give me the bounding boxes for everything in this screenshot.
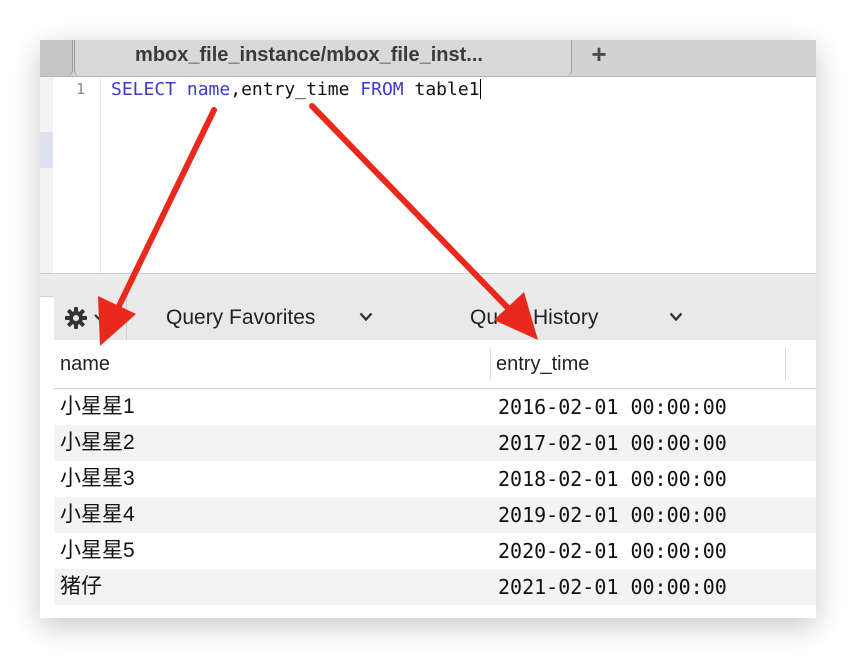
tab-bar: mbox_file_instance/mbox_file_inst... + bbox=[40, 40, 816, 77]
code-line[interactable]: SELECT name,entry_time FROM table1 bbox=[111, 77, 481, 103]
table-row[interactable]: 小星星5 2020-02-01 00:00:00 bbox=[54, 533, 816, 569]
column-name-token: name bbox=[186, 79, 231, 100]
table-row[interactable]: 小星星4 2019-02-01 00:00:00 bbox=[54, 497, 816, 533]
cell-entry-time: 2017-02-01 00:00:00 bbox=[498, 431, 727, 455]
gutter-strip bbox=[40, 77, 53, 273]
gear-icon bbox=[65, 307, 87, 329]
results-toolbar: Query Favorites Query History bbox=[54, 296, 816, 340]
app-window: mbox_file_instance/mbox_file_inst... + 1… bbox=[40, 40, 816, 618]
line-number: 1 bbox=[76, 80, 86, 98]
table-row[interactable]: 小星星2 2017-02-01 00:00:00 bbox=[54, 425, 816, 461]
cell-name: 猪仔 bbox=[60, 575, 102, 598]
column-header-name[interactable]: name bbox=[60, 340, 110, 388]
tab-previous[interactable] bbox=[40, 40, 73, 76]
add-tab-button[interactable]: + bbox=[574, 40, 624, 70]
chevron-down-icon bbox=[94, 314, 106, 322]
column-list-rest: ,entry_time bbox=[230, 79, 361, 100]
column-header-entry-time[interactable]: entry_time bbox=[496, 340, 589, 388]
results-grid: name entry_time 小星星1 2016-02-01 00:00:00… bbox=[54, 340, 816, 618]
column-divider[interactable] bbox=[785, 348, 786, 380]
query-history-button[interactable]: Query History bbox=[470, 296, 598, 340]
column-divider[interactable] bbox=[490, 348, 491, 380]
query-editor[interactable]: 1 SELECT name,entry_time FROM table1 bbox=[40, 77, 816, 273]
keyword-from: FROM bbox=[360, 79, 404, 100]
tab-query[interactable]: mbox_file_instance/mbox_file_inst... bbox=[74, 40, 572, 76]
cell-entry-time: 2019-02-01 00:00:00 bbox=[498, 503, 727, 527]
cell-entry-time: 2020-02-01 00:00:00 bbox=[498, 539, 727, 563]
table-row[interactable]: 猪仔 2021-02-01 00:00:00 bbox=[54, 569, 816, 605]
text-caret bbox=[479, 79, 481, 99]
gear-menu-button[interactable] bbox=[54, 296, 127, 340]
cell-name: 小星星2 bbox=[60, 431, 135, 454]
line-gutter: 1 bbox=[40, 77, 101, 273]
cell-name: 小星星4 bbox=[60, 503, 135, 526]
table-header: name entry_time bbox=[54, 340, 816, 389]
cell-name: 小星星1 bbox=[60, 395, 135, 418]
table-token: table1 bbox=[403, 79, 480, 100]
cell-name: 小星星5 bbox=[60, 539, 135, 562]
cell-name: 小星星3 bbox=[60, 467, 135, 490]
pane-splitter[interactable] bbox=[40, 273, 816, 297]
query-favorites-button[interactable]: Query Favorites bbox=[166, 296, 315, 340]
cell-entry-time: 2018-02-01 00:00:00 bbox=[498, 467, 727, 491]
table-row[interactable]: 小星星3 2018-02-01 00:00:00 bbox=[54, 461, 816, 497]
cell-entry-time: 2021-02-01 00:00:00 bbox=[498, 575, 727, 599]
table-row[interactable]: 小星星1 2016-02-01 00:00:00 bbox=[54, 389, 816, 425]
chevron-down-icon[interactable] bbox=[669, 312, 683, 322]
cell-entry-time: 2016-02-01 00:00:00 bbox=[498, 395, 727, 419]
chevron-down-icon[interactable] bbox=[359, 312, 373, 322]
gutter-marker bbox=[40, 132, 53, 168]
keyword-select: SELECT bbox=[111, 79, 177, 100]
tab-title: mbox_file_instance/mbox_file_inst... bbox=[135, 44, 483, 66]
